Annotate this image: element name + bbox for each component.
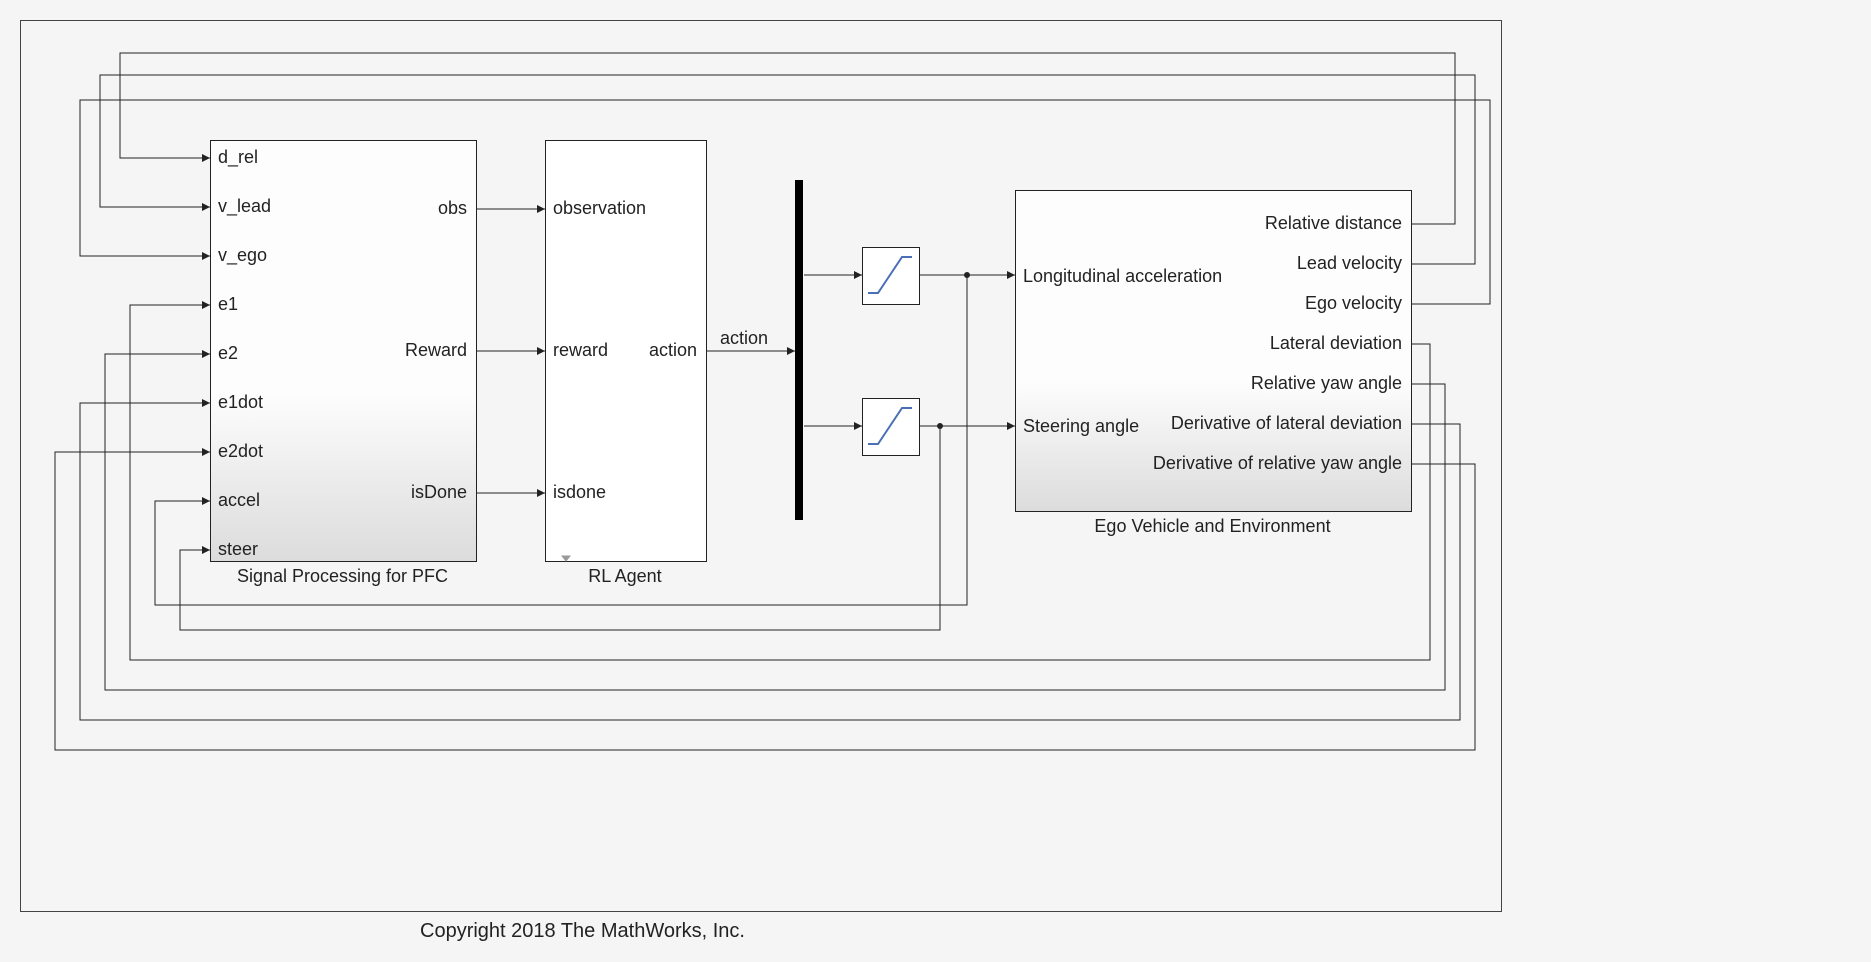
port-isdone: isdone [553, 482, 606, 503]
port-ego-vel: Ego velocity [1110, 293, 1402, 314]
port-lat-dev: Lateral deviation [1110, 333, 1402, 354]
block-ego-env-title: Ego Vehicle and Environment [1015, 516, 1410, 537]
port-isDone: isDone [365, 482, 467, 503]
saturation-top[interactable] [862, 247, 920, 305]
port-observation: observation [553, 198, 646, 219]
port-obs: obs [365, 198, 467, 219]
demux-bar[interactable] [795, 180, 803, 520]
diagram-canvas: Signal Processing for PFC d_rel v_lead v… [0, 0, 1871, 962]
block-signal-processing-title: Signal Processing for PFC [210, 566, 475, 587]
port-v_lead: v_lead [218, 196, 271, 217]
port-accel: accel [218, 490, 260, 511]
port-d-lat-dev: Derivative of lateral deviation [1110, 413, 1402, 434]
block-rl-agent-title: RL Agent [545, 566, 705, 587]
port-Reward: Reward [365, 340, 467, 361]
signal-action-label: action [720, 328, 768, 349]
port-d_rel: d_rel [218, 147, 258, 168]
port-rel-dist: Relative distance [1110, 213, 1402, 234]
port-v_ego: v_ego [218, 245, 267, 266]
port-e2: e2 [218, 343, 238, 364]
port-e2dot: e2dot [218, 441, 263, 462]
port-lead-vel: Lead velocity [1110, 253, 1402, 274]
saturation-bottom[interactable] [862, 398, 920, 456]
port-d-rel-yaw: Derivative of relative yaw angle [1110, 453, 1402, 474]
port-steer: steer [218, 539, 258, 560]
port-e1: e1 [218, 294, 238, 315]
port-rel-yaw: Relative yaw angle [1110, 373, 1402, 394]
port-e1dot: e1dot [218, 392, 263, 413]
port-action-out: action [595, 340, 697, 361]
copyright-text: Copyright 2018 The MathWorks, Inc. [420, 920, 745, 943]
